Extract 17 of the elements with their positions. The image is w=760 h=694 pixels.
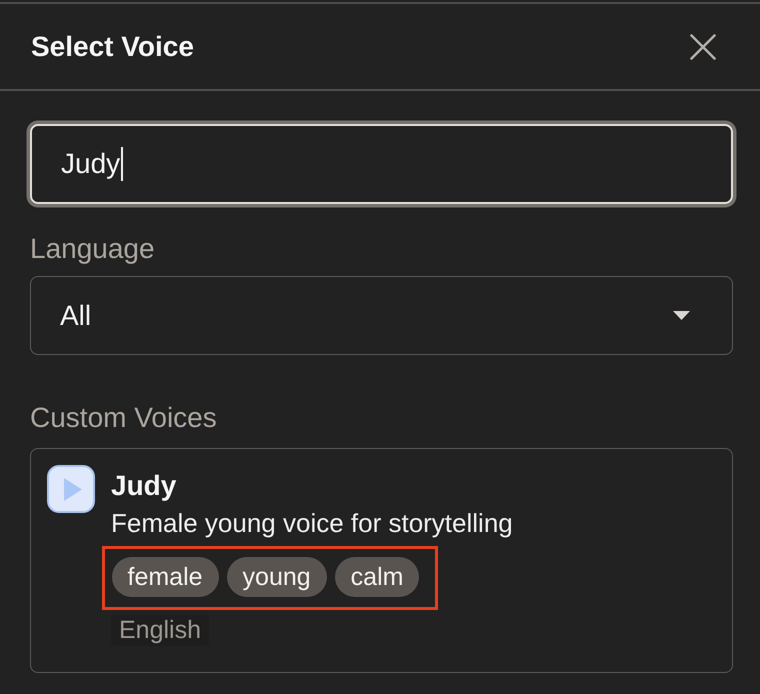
voice-name: Judy [111, 469, 176, 503]
text-cursor-icon [121, 147, 123, 181]
language-select[interactable]: All [30, 276, 733, 355]
section-heading: Custom Voices [30, 404, 217, 432]
voice-tag: young [226, 557, 327, 597]
dialog-title: Select Voice [31, 32, 194, 60]
voice-description: Female young voice for storytelling [111, 507, 513, 540]
close-button[interactable] [690, 34, 716, 60]
close-icon [690, 34, 716, 60]
voice-tag: calm [334, 557, 420, 597]
caret-down-icon [673, 311, 690, 320]
voice-tag: female [112, 557, 219, 597]
play-icon [64, 478, 82, 500]
voice-card[interactable]: Judy Female young voice for storytelling female young calm English [30, 448, 733, 673]
language-label: Language [30, 235, 155, 263]
voice-language: English [111, 615, 209, 646]
play-button[interactable] [47, 465, 95, 513]
